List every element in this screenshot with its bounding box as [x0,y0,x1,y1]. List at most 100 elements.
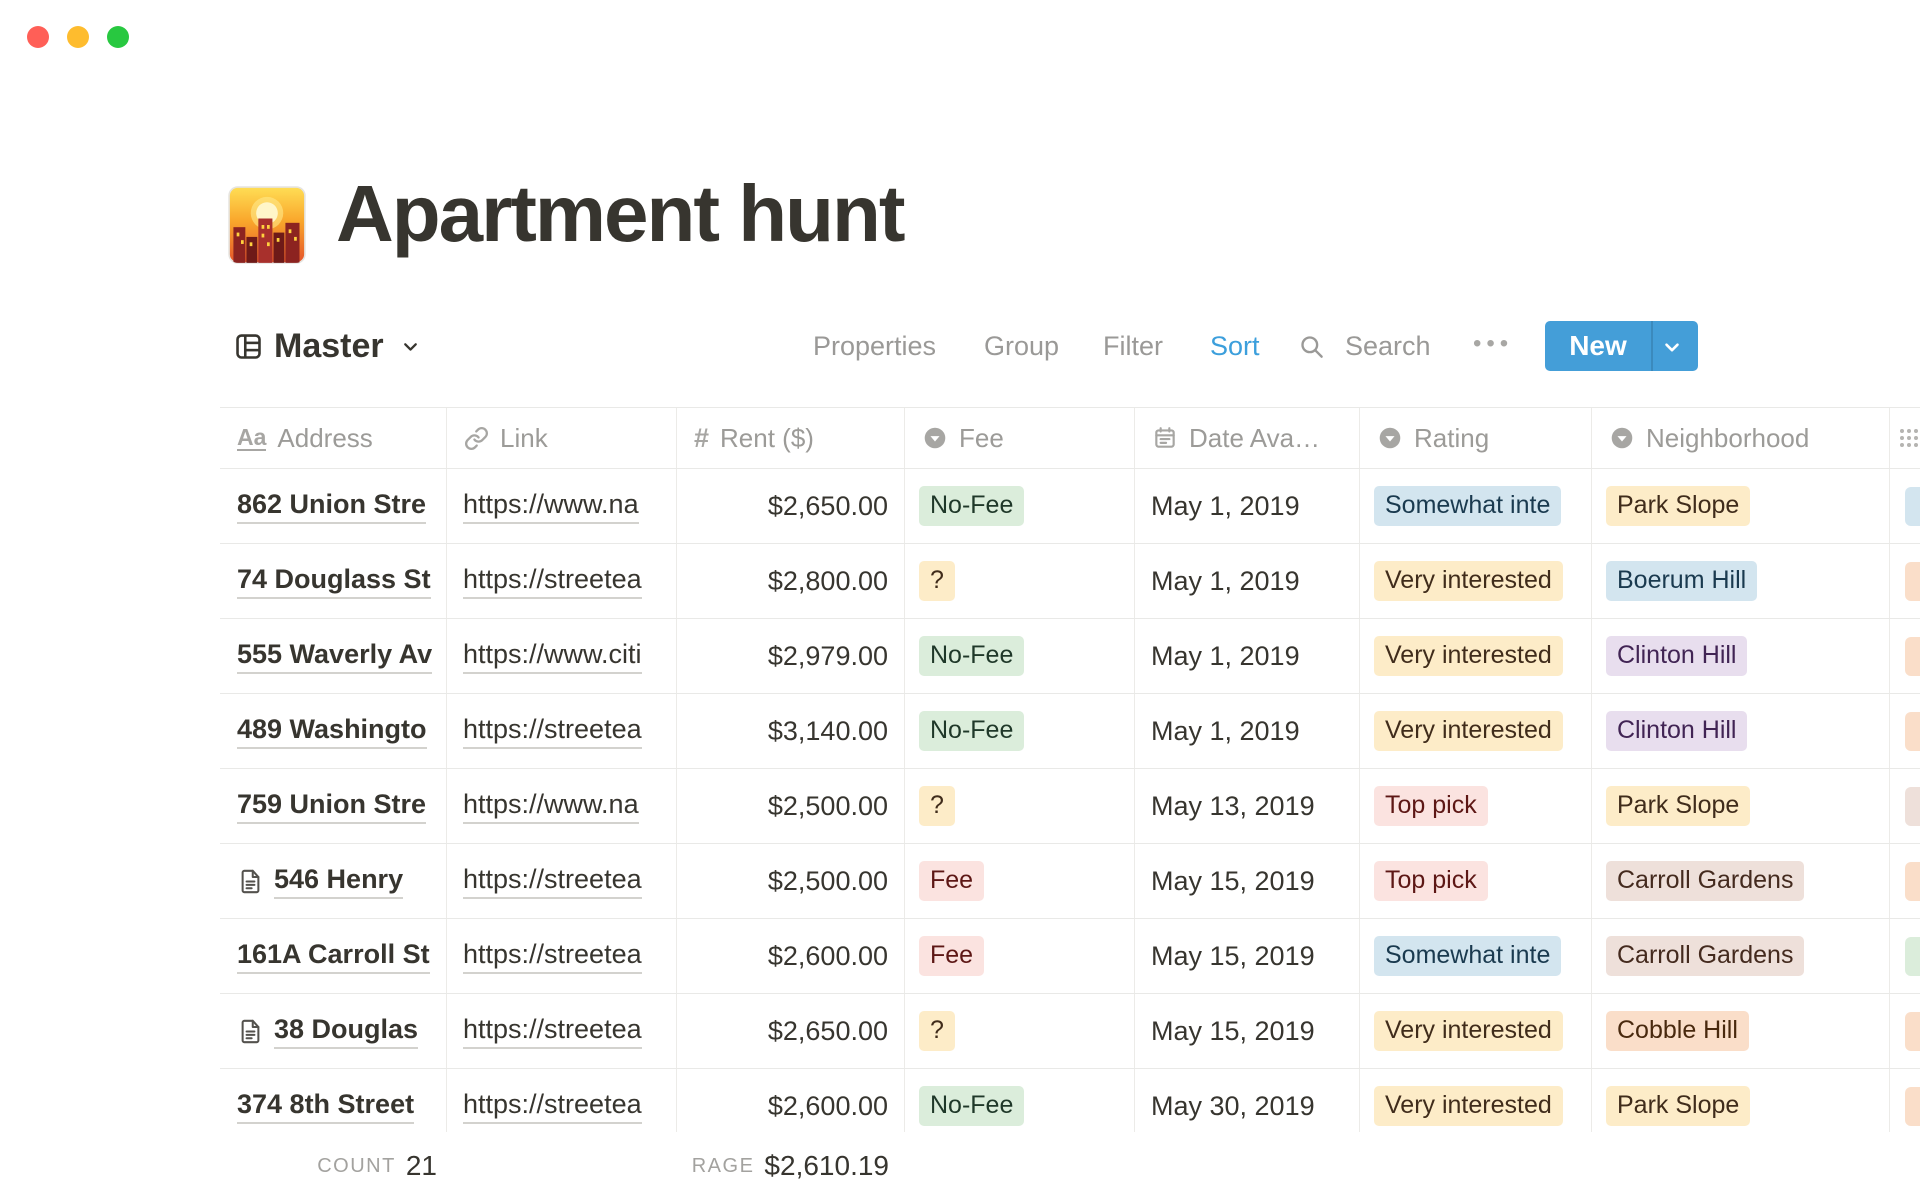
cell-link[interactable]: https://streetea [447,994,677,1068]
cell-address[interactable]: 862 Union Stre [220,469,447,543]
page-title[interactable]: Apartment hunt [336,168,904,260]
cell-overflow[interactable] [1890,844,1920,918]
cell-neighborhood[interactable]: Carroll Gardens [1592,919,1890,993]
cell-address[interactable]: 38 Douglas [220,994,447,1068]
link-text[interactable]: https://streetea [463,939,642,974]
link-text[interactable]: https://www.na [463,789,639,824]
column-header-rating[interactable]: Rating [1360,408,1592,468]
cell-fee[interactable]: No-Fee [905,469,1135,543]
cell-link[interactable]: https://www.na [447,769,677,843]
column-header-date[interactable]: Date Ava… [1135,408,1360,468]
cell-date[interactable]: May 15, 2019 [1135,994,1360,1068]
cell-fee[interactable]: Fee [905,844,1135,918]
cell-fee[interactable]: No-Fee [905,1069,1135,1132]
cell-overflow[interactable] [1890,694,1920,768]
cell-date[interactable]: May 1, 2019 [1135,619,1360,693]
cell-overflow[interactable] [1890,919,1920,993]
cell-rating[interactable]: Very interested [1360,619,1592,693]
sort-button[interactable]: Sort [1210,321,1260,371]
cell-link[interactable]: https://streetea [447,919,677,993]
cell-date[interactable]: May 13, 2019 [1135,769,1360,843]
cell-overflow[interactable] [1890,619,1920,693]
cell-rent[interactable]: $2,500.00 [677,769,905,843]
link-text[interactable]: https://streetea [463,1089,642,1124]
cell-address[interactable]: 759 Union Stre [220,769,447,843]
cell-neighborhood[interactable]: Cobble Hill [1592,994,1890,1068]
filter-button[interactable]: Filter [1103,321,1163,371]
cell-overflow[interactable] [1890,544,1920,618]
link-text[interactable]: https://www.na [463,489,639,524]
cell-rent[interactable]: $2,800.00 [677,544,905,618]
new-dropdown-chevron-icon[interactable] [1661,336,1683,358]
cell-link[interactable]: https://streetea [447,1069,677,1132]
column-header-fee[interactable]: Fee [905,408,1135,468]
cell-neighborhood[interactable]: Boerum Hill [1592,544,1890,618]
cell-overflow[interactable] [1890,469,1920,543]
cell-date[interactable]: May 15, 2019 [1135,919,1360,993]
cell-overflow[interactable] [1890,1069,1920,1132]
cell-rating[interactable]: Top pick [1360,844,1592,918]
cell-overflow[interactable] [1890,769,1920,843]
cell-rent[interactable]: $2,600.00 [677,919,905,993]
cell-neighborhood[interactable]: Carroll Gardens [1592,844,1890,918]
cell-date[interactable]: May 1, 2019 [1135,694,1360,768]
cell-overflow[interactable] [1890,994,1920,1068]
properties-button[interactable]: Properties [813,321,936,371]
cell-address[interactable]: 489 Washingto [220,694,447,768]
link-text[interactable]: https://streetea [463,564,642,599]
cell-rating[interactable]: Top pick [1360,769,1592,843]
cell-fee[interactable]: ? [905,994,1135,1068]
cell-rating[interactable]: Very interested [1360,694,1592,768]
cell-rent[interactable]: $3,140.00 [677,694,905,768]
group-button[interactable]: Group [984,321,1059,371]
cell-address[interactable]: 74 Douglass St [220,544,447,618]
cell-address[interactable]: 555 Waverly Av [220,619,447,693]
cell-rating[interactable]: Very interested [1360,544,1592,618]
cell-fee[interactable]: Fee [905,919,1135,993]
link-text[interactable]: https://streetea [463,1014,642,1049]
cell-link[interactable]: https://www.na [447,469,677,543]
close-button[interactable] [27,26,49,48]
cell-date[interactable]: May 15, 2019 [1135,844,1360,918]
cell-date[interactable]: May 30, 2019 [1135,1069,1360,1132]
cell-rent[interactable]: $2,650.00 [677,469,905,543]
count-calculation[interactable]: COUNT 21 [220,1132,447,1200]
column-header-link[interactable]: Link [447,408,677,468]
new-button-label[interactable]: New [1545,321,1651,371]
minimize-button[interactable] [67,26,89,48]
cell-rent[interactable]: $2,979.00 [677,619,905,693]
cell-fee[interactable]: ? [905,544,1135,618]
search-icon[interactable] [1298,333,1325,360]
chevron-down-icon[interactable] [400,336,421,357]
cell-neighborhood[interactable]: Clinton Hill [1592,694,1890,768]
link-text[interactable]: https://www.citi [463,639,642,674]
page-emoji-icon[interactable] [228,186,306,264]
more-options-button[interactable]: ••• [1473,321,1513,371]
cell-fee[interactable]: No-Fee [905,619,1135,693]
cell-fee[interactable]: No-Fee [905,694,1135,768]
cell-neighborhood[interactable]: Clinton Hill [1592,619,1890,693]
cell-rating[interactable]: Somewhat inte [1360,919,1592,993]
cell-address[interactable]: 546 Henry [220,844,447,918]
column-header-neighborhood[interactable]: Neighborhood [1592,408,1890,468]
new-button[interactable]: New [1545,321,1698,371]
cell-rent[interactable]: $2,650.00 [677,994,905,1068]
cell-rating[interactable]: Very interested [1360,994,1592,1068]
link-text[interactable]: https://streetea [463,864,642,899]
cell-link[interactable]: https://streetea [447,544,677,618]
zoom-button[interactable] [107,26,129,48]
cell-link[interactable]: https://streetea [447,844,677,918]
view-switcher[interactable]: Master [274,321,384,371]
cell-date[interactable]: May 1, 2019 [1135,544,1360,618]
cell-rating[interactable]: Very interested [1360,1069,1592,1132]
cell-fee[interactable]: ? [905,769,1135,843]
column-header-address[interactable]: Aa Address [220,408,447,468]
cell-date[interactable]: May 1, 2019 [1135,469,1360,543]
column-header-rent[interactable]: # Rent ($) [677,408,905,468]
cell-address[interactable]: 374 8th Street [220,1069,447,1132]
search-button[interactable]: Search [1345,321,1431,371]
column-header-overflow[interactable] [1890,408,1920,468]
link-text[interactable]: https://streetea [463,714,642,749]
cell-rent[interactable]: $2,500.00 [677,844,905,918]
average-calculation[interactable]: RAGE $2,610.19 [677,1132,905,1200]
